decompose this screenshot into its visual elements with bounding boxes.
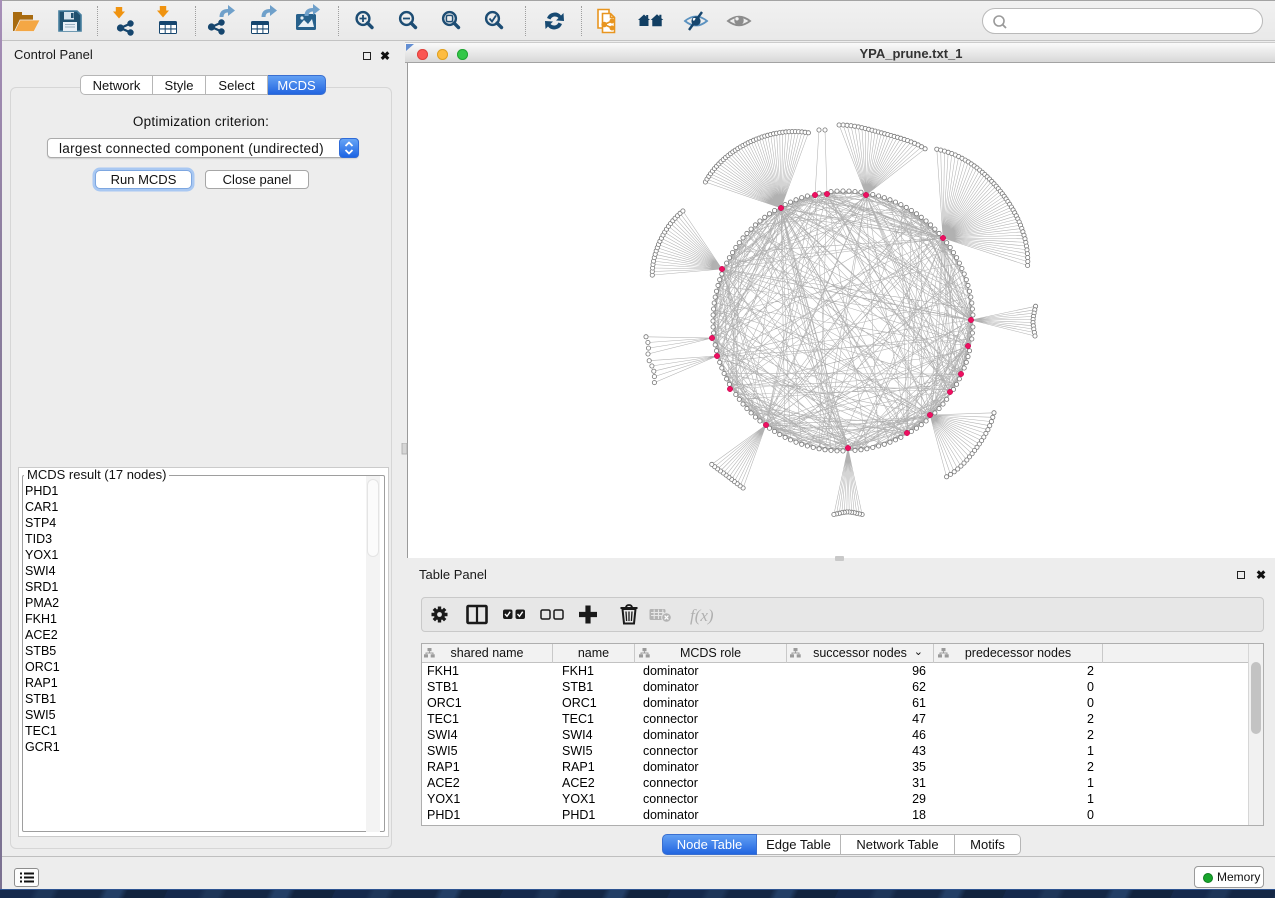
svg-text:f(x): f(x) xyxy=(690,606,714,625)
